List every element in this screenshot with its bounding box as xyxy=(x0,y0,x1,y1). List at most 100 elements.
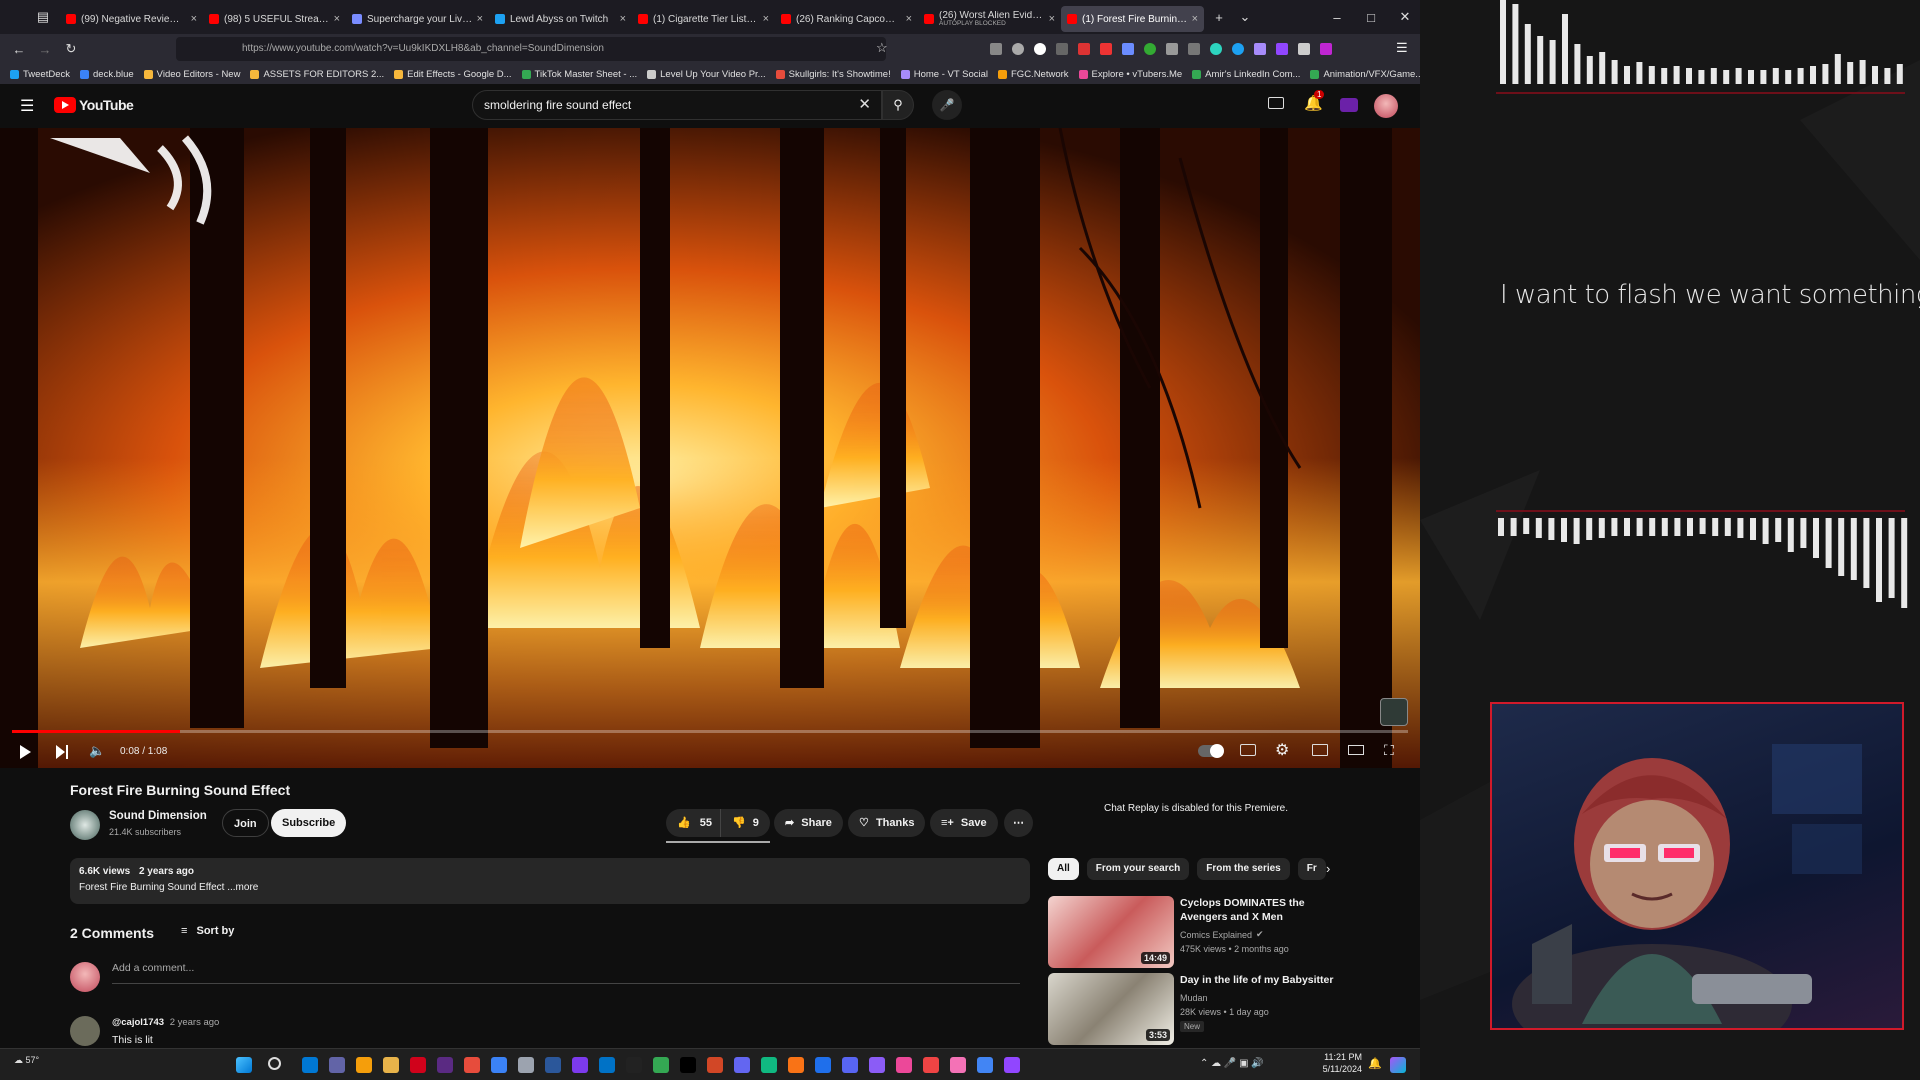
taskbar-app-icon[interactable] xyxy=(896,1057,912,1073)
taskbar-app-icon[interactable] xyxy=(626,1057,642,1073)
settings-gear-icon[interactable]: ⚙ xyxy=(1275,740,1289,760)
close-tab-icon[interactable]: × xyxy=(763,13,769,25)
guide-menu-icon[interactable]: ☰ xyxy=(20,96,34,116)
taskbar-app-icon[interactable] xyxy=(761,1057,777,1073)
miniplayer-icon[interactable] xyxy=(1312,744,1328,756)
taskbar-app-icon[interactable] xyxy=(518,1057,534,1073)
taskbar-app-icon[interactable] xyxy=(950,1057,966,1073)
clock-time[interactable]: 11:21 PM xyxy=(1320,1052,1362,1062)
taskbar-app-icon[interactable] xyxy=(410,1057,426,1073)
comment-author[interactable]: @cajol1743 xyxy=(112,1017,164,1028)
like-button[interactable]: 👍 55 xyxy=(666,809,723,837)
browser-tab[interactable]: (26) Worst Alien Evidence AUTOPLAY BLOCKE… xyxy=(918,6,1061,32)
new-tab-button[interactable]: + xyxy=(1208,10,1230,25)
system-tray-icons[interactable]: ⌃ ☁ 🎤 ▣ 🔊 xyxy=(1200,1058,1264,1069)
save-button[interactable]: ≡+ Save xyxy=(930,809,998,837)
browser-tab[interactable]: (99) Negative Reviews An × xyxy=(60,6,203,32)
bookmark-item[interactable]: ASSETS FOR EDITORS 2... xyxy=(250,69,384,80)
subscribe-button[interactable]: Subscribe xyxy=(271,809,347,837)
bookmark-item[interactable]: Animation/VFX/Game... xyxy=(1310,69,1420,80)
search-icon[interactable] xyxy=(268,1057,281,1070)
browser-tab[interactable]: Supercharge your Live St × xyxy=(346,6,489,32)
maximize-button[interactable]: □ xyxy=(1356,10,1386,25)
search-button[interactable]: ⚲ xyxy=(882,90,914,120)
back-arrow-icon[interactable]: ← xyxy=(8,42,30,57)
close-tab-icon[interactable]: × xyxy=(191,13,197,25)
taskbar-app-icon[interactable] xyxy=(356,1057,372,1073)
browser-tab[interactable]: (98) 5 USEFUL Streamer A × xyxy=(203,6,346,32)
create-video-icon[interactable] xyxy=(1268,97,1284,109)
thanks-button[interactable]: ♡ Thanks xyxy=(848,809,926,837)
chips-next-chevron-icon[interactable]: › xyxy=(1326,861,1330,876)
description-box[interactable]: 6.6K views 2 years ago Forest Fire Burni… xyxy=(70,858,1030,904)
browser-tab[interactable]: Lewd Abyss on Twitch × xyxy=(489,6,632,32)
weather-widget[interactable]: ☁ 57° xyxy=(14,1055,39,1066)
taskbar-app-icon[interactable] xyxy=(869,1057,885,1073)
taskbar-app-icon[interactable] xyxy=(923,1057,939,1073)
taskbar-app-icon[interactable] xyxy=(842,1057,858,1073)
suggestion-item[interactable]: 3:53 Day in the life of my Babysitter Mu… xyxy=(1048,973,1358,1045)
channel-name[interactable]: Sound Dimension xyxy=(109,810,207,822)
bookmark-item[interactable]: Skullgirls: It's Showtime! xyxy=(775,69,891,80)
taskbar-app-icon[interactable] xyxy=(329,1057,345,1073)
close-tab-icon[interactable]: × xyxy=(1192,13,1198,25)
close-tab-icon[interactable]: × xyxy=(1049,13,1055,25)
reload-icon[interactable]: ↻ xyxy=(60,41,82,57)
browser-tab[interactable]: (26) Ranking Capcom's E × xyxy=(775,6,918,32)
taskbar-app-icon[interactable] xyxy=(653,1057,669,1073)
tab-overview-icon[interactable]: ▤ xyxy=(36,9,50,25)
url-bar[interactable]: https://www.youtube.com/watch?v=Uu9kIKDX… xyxy=(176,37,886,61)
play-button[interactable] xyxy=(20,745,31,759)
taskbar-app-icon[interactable] xyxy=(788,1057,804,1073)
taskbar-app-icon[interactable] xyxy=(464,1057,480,1073)
channel-avatar[interactable] xyxy=(70,810,100,840)
bookmark-item[interactable]: Level Up Your Video Pr... xyxy=(647,69,766,80)
comment-author-avatar[interactable] xyxy=(70,1016,100,1046)
suggestion-item[interactable]: 14:49 Cyclops DOMINATES the Avengers and… xyxy=(1048,896,1358,968)
join-button[interactable]: Join xyxy=(222,809,269,837)
windows-start-icon[interactable] xyxy=(236,1057,252,1073)
taskbar-app-icon[interactable] xyxy=(977,1057,993,1073)
close-tab-icon[interactable]: × xyxy=(334,13,340,25)
bookmark-item[interactable]: Home - VT Social xyxy=(900,69,988,80)
copilot-icon[interactable] xyxy=(1390,1057,1406,1073)
taskbar-app-icon[interactable] xyxy=(383,1057,399,1073)
taskbar-app-icon[interactable] xyxy=(491,1057,507,1073)
youtube-logo[interactable]: YouTube xyxy=(54,97,134,113)
search-input[interactable]: smoldering fire sound effect ✕ xyxy=(472,90,882,120)
close-tab-icon[interactable]: × xyxy=(906,13,912,25)
channel-watermark-icon[interactable] xyxy=(1380,698,1408,726)
fullscreen-icon[interactable]: ⛶ xyxy=(1384,742,1394,759)
bookmark-item[interactable]: deck.blue xyxy=(80,69,134,80)
taskbar-app-icon[interactable] xyxy=(572,1057,588,1073)
bookmark-item[interactable]: Amir's LinkedIn Com... xyxy=(1192,69,1300,80)
dislike-button[interactable]: 👎 9 xyxy=(720,809,770,837)
menu-hamburger-icon[interactable]: ☰ xyxy=(1396,40,1408,56)
volume-icon[interactable]: 🔈 xyxy=(89,743,105,759)
close-window-button[interactable]: ✕ xyxy=(1390,9,1420,25)
tab-list-chevron-icon[interactable]: ⌄ xyxy=(1234,9,1256,25)
close-tab-icon[interactable]: × xyxy=(620,13,626,25)
clear-search-icon[interactable]: ✕ xyxy=(858,91,871,119)
taskbar-app-icon[interactable] xyxy=(680,1057,696,1073)
bookmark-item[interactable]: Edit Effects - Google D... xyxy=(394,69,512,80)
sort-by-button[interactable]: ≡ Sort by xyxy=(181,925,234,937)
twitch-extension-icon[interactable] xyxy=(1340,98,1358,112)
notifications-bell-icon[interactable]: 🔔 1 xyxy=(1304,90,1325,112)
bookmark-item[interactable]: TweetDeck xyxy=(10,69,70,80)
taskbar-app-icon[interactable] xyxy=(599,1057,615,1073)
video-player[interactable] xyxy=(0,128,1420,768)
taskbar-app-icon[interactable] xyxy=(815,1057,831,1073)
avatar[interactable] xyxy=(1374,94,1398,118)
progress-bar[interactable] xyxy=(12,730,1408,733)
more-actions-button[interactable]: ⋯ xyxy=(1004,809,1033,837)
minimize-button[interactable]: – xyxy=(1322,10,1352,25)
bookmark-item[interactable]: Explore • vTubers.Me xyxy=(1078,69,1182,80)
filter-chip[interactable]: From your search xyxy=(1086,858,1190,880)
taskbar-app-icon[interactable] xyxy=(437,1057,453,1073)
forward-arrow-icon[interactable]: → xyxy=(34,42,56,57)
next-button[interactable] xyxy=(56,745,70,759)
bookmark-item[interactable]: Video Editors - New xyxy=(143,69,240,80)
browser-tab[interactable]: (1) Forest Fire Burning So × xyxy=(1061,6,1204,32)
star-bookmark-icon[interactable]: ☆ xyxy=(876,40,888,56)
